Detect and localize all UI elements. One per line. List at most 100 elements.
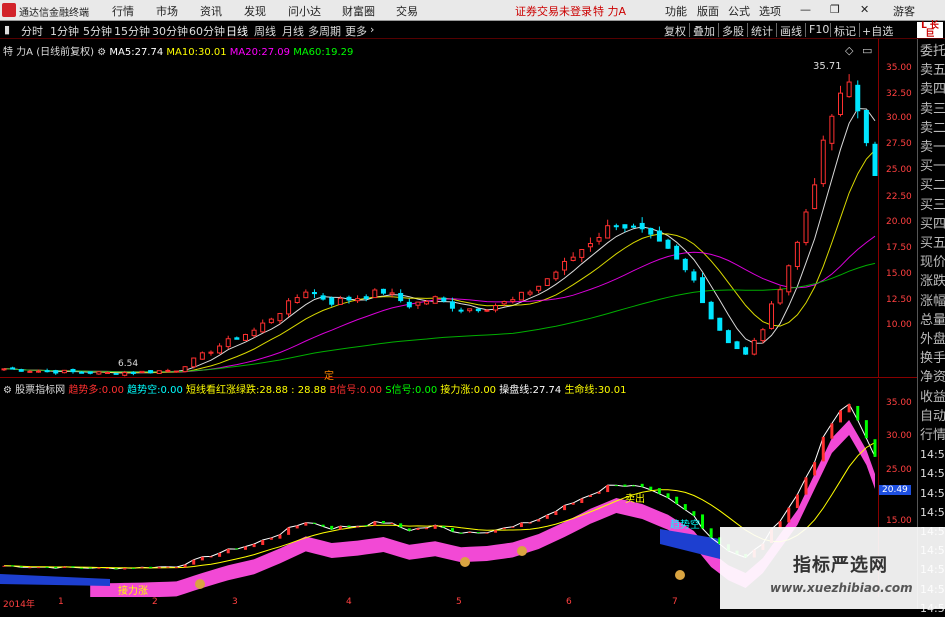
candle-body: [424, 300, 430, 305]
right-panel-item: 涨跌: [920, 274, 945, 290]
tab-30min[interactable]: 30分钟: [152, 23, 188, 39]
x-tick: 2014年: [3, 600, 35, 610]
right-panel-item[interactable]: 自动: [920, 408, 945, 425]
kline-svg[interactable]: [0, 39, 878, 378]
guest-user[interactable]: 游客: [893, 3, 915, 19]
candle-body: [622, 224, 628, 229]
mark-button[interactable]: 标记: [834, 23, 856, 39]
sub-candle: [519, 522, 523, 527]
sub-candle: [580, 498, 584, 503]
sub-candle: [321, 524, 325, 527]
candle-body: [872, 143, 878, 176]
sub-candle: [261, 540, 265, 546]
sub-candle: [795, 494, 799, 509]
login-status[interactable]: 证券交易未登录: [515, 3, 592, 19]
sub-candle: [804, 477, 808, 495]
sub-candle: [813, 462, 817, 476]
candle-body: [510, 299, 516, 302]
sub-candle: [2, 565, 6, 567]
tf-icon: ▮: [4, 23, 11, 36]
tab-monthly[interactable]: 月线: [282, 23, 304, 39]
candle-body: [130, 371, 136, 374]
annotation-trend-short: 趋势空: [670, 520, 700, 531]
candle-body: [329, 297, 335, 305]
sub-candle: [71, 566, 75, 568]
divider: [776, 23, 777, 37]
corner-box[interactable]: L 长 巨: [917, 22, 943, 39]
candle-body: [191, 357, 197, 368]
candle-body: [794, 241, 800, 267]
menu-ask[interactable]: 问小达: [288, 3, 321, 19]
tab-more[interactable]: 更多: [345, 23, 367, 39]
sub-candle: [226, 548, 230, 554]
y-tick: 27.50: [886, 139, 912, 149]
stats-button[interactable]: 统计: [751, 23, 773, 39]
y-tick: 25.00: [886, 165, 912, 175]
right-panel-item: 买三: [920, 197, 945, 213]
menu-options[interactable]: 选项: [759, 3, 781, 19]
diamond-icon[interactable]: ◇: [845, 44, 853, 57]
candle-body: [717, 317, 723, 331]
menu-formula[interactable]: 公式: [728, 3, 750, 19]
tab-intraday[interactable]: 分时: [21, 23, 43, 39]
menu-functions[interactable]: 功能: [665, 3, 687, 19]
right-panel-item: 买五: [920, 236, 945, 251]
sub-candle: [364, 525, 368, 527]
window-icon[interactable]: ▭: [862, 44, 872, 57]
menu-market-quotes[interactable]: 行情: [112, 3, 134, 19]
close-icon[interactable]: ✕: [860, 3, 869, 16]
menu-wealth[interactable]: 财富圈: [342, 3, 375, 19]
multi-stock-button[interactable]: 多股: [722, 23, 744, 39]
main-y-axis: 35.00 32.50 30.00 27.50 25.00 22.50 20.0…: [878, 39, 917, 378]
sub-candle: [347, 525, 351, 528]
menu-news[interactable]: 资讯: [200, 3, 222, 19]
right-panel-item: 换手: [920, 351, 945, 367]
draw-line-button[interactable]: 画线: [780, 23, 802, 39]
tab-1min[interactable]: 1分钟: [50, 23, 79, 39]
right-panel-item: 14:50: [920, 505, 945, 519]
candle-body: [674, 245, 680, 260]
candle-body: [363, 296, 369, 300]
candle-body: [87, 371, 93, 374]
restore-icon[interactable]: ❐: [830, 3, 840, 16]
candle-body: [173, 370, 179, 373]
candle-body: [458, 309, 464, 312]
menu-market[interactable]: 市场: [156, 3, 178, 19]
tab-5min[interactable]: 5分钟: [83, 23, 112, 39]
main-kline-chart[interactable]: 35.71 6.54 定 ◇ ▭: [0, 39, 917, 382]
menu-trade[interactable]: 交易: [396, 3, 418, 19]
sub-candle: [442, 525, 446, 528]
candle-body: [96, 371, 102, 375]
minimize-icon[interactable]: —: [800, 3, 811, 16]
f10-button[interactable]: F10: [809, 23, 829, 36]
tab-15min[interactable]: 15分钟: [114, 23, 150, 39]
right-panel-item: 卖二: [920, 120, 945, 136]
sub-candle: [45, 566, 49, 568]
tab-weekly[interactable]: 周线: [254, 23, 276, 39]
x-tick: 6: [566, 597, 572, 607]
divider: [747, 23, 748, 37]
right-panel-item: 14:50: [920, 448, 945, 462]
overlay-button[interactable]: 叠加: [693, 23, 715, 39]
tab-multi-period[interactable]: 多周期: [308, 23, 341, 39]
candle-body: [700, 277, 706, 304]
candle-body: [596, 236, 602, 242]
candle-body: [484, 309, 490, 312]
add-watchlist-button[interactable]: +自选: [862, 23, 893, 39]
tab-daily[interactable]: 日线: [226, 23, 248, 39]
menu-discover[interactable]: 发现: [244, 3, 266, 19]
y-tick: 15.00: [886, 269, 912, 279]
menu-layout[interactable]: 版面: [697, 3, 719, 19]
candle-body: [311, 292, 317, 295]
right-panel-item[interactable]: 行情: [920, 427, 945, 444]
right-panel-item: 买四: [920, 216, 945, 232]
adjust-button[interactable]: 复权: [664, 23, 686, 39]
divider: [830, 23, 831, 37]
sub-candle: [873, 439, 877, 457]
tab-60min[interactable]: 60分钟: [189, 23, 225, 39]
right-panel-item: 卖一: [920, 140, 945, 155]
candle-body: [242, 333, 248, 341]
sub-candle: [36, 567, 40, 569]
y-tick: 32.50: [886, 89, 912, 99]
chevron-right-icon[interactable]: ›: [370, 23, 374, 36]
